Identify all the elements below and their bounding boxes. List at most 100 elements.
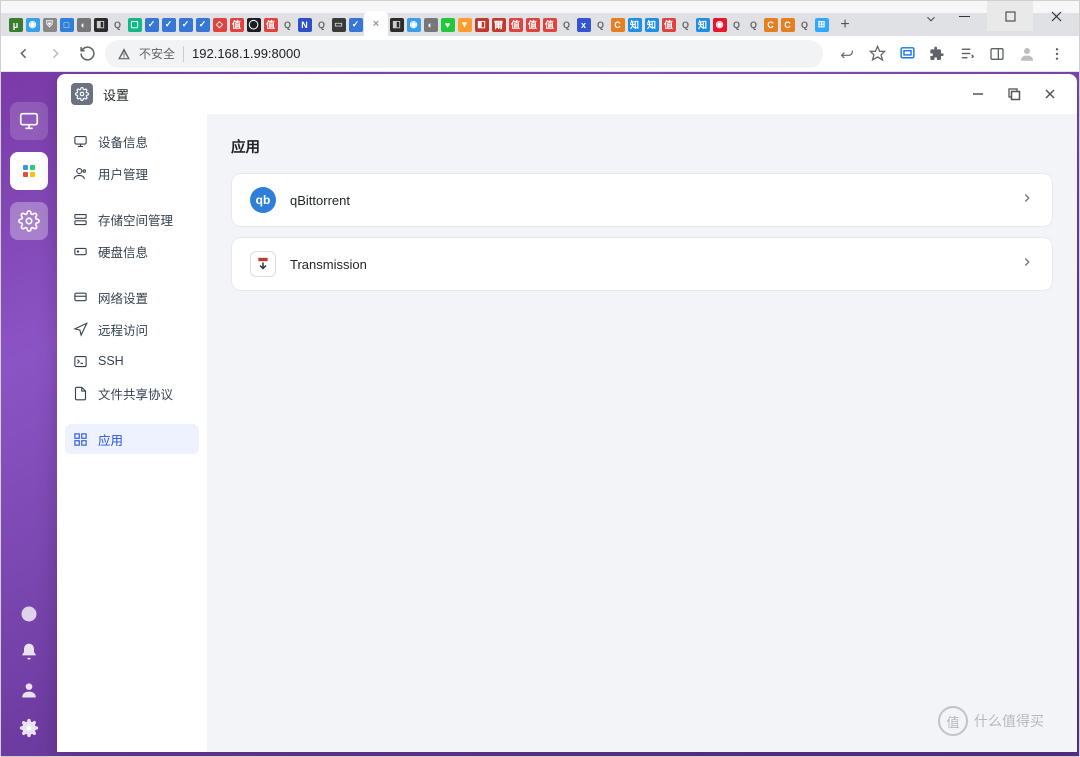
browser-tab[interactable]: ✓ <box>160 16 177 33</box>
gear-icon <box>71 83 93 105</box>
browser-tab[interactable]: ◇ <box>211 16 228 33</box>
browser-tab[interactable]: Q <box>745 16 762 33</box>
browser-tab[interactable]: ◐ <box>422 16 439 33</box>
browser-tab[interactable]: Q <box>279 16 296 33</box>
layers-icon <box>73 212 88 227</box>
browser-tab[interactable]: C <box>779 16 796 33</box>
os-close-button[interactable] <box>1033 1 1079 31</box>
browser-tab[interactable]: ◐ <box>75 16 92 33</box>
back-button[interactable] <box>9 40 37 68</box>
browser-tab[interactable]: ▢ <box>126 16 143 33</box>
browser-tab[interactable]: 值 <box>541 16 558 33</box>
browser-tab[interactable]: Q <box>677 16 694 33</box>
browser-tab[interactable]: μ <box>7 16 24 33</box>
share-button[interactable] <box>833 40 861 68</box>
bookmark-button[interactable] <box>863 40 891 68</box>
sidebar-item-ssh[interactable]: SSH <box>65 346 199 376</box>
sidebar-item-remote[interactable]: 远程访问 <box>65 314 199 344</box>
dock-notifications-icon[interactable] <box>19 642 39 662</box>
url-text: 192.168.1.99:8000 <box>192 46 300 61</box>
window-close-button[interactable] <box>1037 81 1063 107</box>
dock-user-icon[interactable] <box>19 680 39 700</box>
browser-tab[interactable]: ♥ <box>439 16 456 33</box>
sidebar-item-device-info[interactable]: 设备信息 <box>65 126 199 156</box>
browser-tab[interactable]: x <box>575 16 592 33</box>
browser-tab[interactable]: Q <box>592 16 609 33</box>
browser-tab[interactable]: ✓ <box>194 16 211 33</box>
sidebar-item-network[interactable]: 网络设置 <box>65 282 199 312</box>
reading-list-button[interactable] <box>953 40 981 68</box>
browser-tab[interactable]: ◉ <box>24 16 41 33</box>
grid-icon <box>73 432 88 447</box>
browser-tab[interactable]: 知 <box>643 16 660 33</box>
sidebar-item-label: SSH <box>98 354 124 368</box>
browser-tab[interactable]: ◧ <box>473 16 490 33</box>
browser-tab[interactable]: N <box>296 16 313 33</box>
menu-button[interactable] <box>1043 40 1071 68</box>
browser-tab[interactable]: 值 <box>228 16 245 33</box>
browser-tab[interactable]: ▭ <box>330 16 347 33</box>
dock-apps-icon[interactable] <box>10 152 48 190</box>
browser-tab[interactable]: C <box>609 16 626 33</box>
profile-button[interactable] <box>1013 40 1041 68</box>
unsafe-label: 不安全 <box>139 45 175 62</box>
forward-button[interactable] <box>41 40 69 68</box>
tabs-dropdown-button[interactable] <box>921 1 941 36</box>
browser-tab[interactable]: ✓ <box>143 16 160 33</box>
page-heading: 应用 <box>231 136 1053 157</box>
browser-tab[interactable]: ⊞ <box>813 16 830 33</box>
browser-tab[interactable]: Q <box>728 16 745 33</box>
browser-tab[interactable]: Q <box>796 16 813 33</box>
window-maximize-button[interactable] <box>1001 81 1027 107</box>
browser-tab[interactable]: ◉ <box>405 16 422 33</box>
browser-tab[interactable]: Q <box>313 16 330 33</box>
browser-tab[interactable]: 值 <box>660 16 677 33</box>
browser-tab[interactable]: ⛨ <box>41 16 58 33</box>
browser-tab[interactable]: Q <box>109 16 126 33</box>
browser-tab[interactable]: □ <box>58 16 75 33</box>
dock-settings-small-icon[interactable] <box>19 718 39 738</box>
browser-toolbar: 不安全 192.168.1.99:8000 <box>1 36 1079 72</box>
browser-tab[interactable]: Q <box>558 16 575 33</box>
sidebar-item-apps[interactable]: 应用 <box>65 424 199 454</box>
browser-tab[interactable]: 知 <box>626 16 643 33</box>
browser-tab[interactable]: 知 <box>694 16 711 33</box>
dock-bottom <box>1 604 57 738</box>
browser-tab[interactable]: ✓ <box>347 16 364 33</box>
browser-tab[interactable]: ◧ <box>388 16 405 33</box>
hdd-icon <box>73 244 88 259</box>
browser-tabstrip: μ ◉ ⛨ □ ◐ ◧ Q ▢ ✓ ✓ ✓ ✓ ◇ 值 ◯ 值 Q N Q ▭ … <box>1 13 1079 36</box>
browser-tab[interactable]: ◉ <box>711 16 728 33</box>
dock-activity-icon[interactable] <box>19 604 39 624</box>
os-maximize-button[interactable] <box>987 1 1033 31</box>
browser-tab[interactable]: C <box>762 16 779 33</box>
page-viewport: 设置 设备信息 用户管理 <box>1 72 1079 756</box>
app-card-qbittorrent[interactable]: qb qBittorrent <box>231 173 1053 227</box>
extensions-button[interactable] <box>923 40 951 68</box>
sidebar-item-storage[interactable]: 存储空间管理 <box>65 204 199 234</box>
side-panel-button[interactable] <box>983 40 1011 68</box>
dock-settings-icon[interactable] <box>10 202 48 240</box>
window-minimize-button[interactable] <box>965 81 991 107</box>
browser-tab[interactable]: 值 <box>262 16 279 33</box>
sidebar-item-label: 文件共享协议 <box>98 384 173 403</box>
os-minimize-button[interactable] <box>941 1 987 31</box>
screenshot-button[interactable] <box>893 40 921 68</box>
sidebar-item-disk-info[interactable]: 硬盘信息 <box>65 236 199 266</box>
dock-desktop-icon[interactable] <box>10 102 48 140</box>
browser-tab[interactable]: ✓ <box>177 16 194 33</box>
reload-button[interactable] <box>73 40 101 68</box>
new-tab-button[interactable]: + <box>834 14 856 36</box>
browser-tab[interactable]: ◯ <box>245 16 262 33</box>
browser-tab[interactable]: 值 <box>507 16 524 33</box>
sidebar-item-user-mgmt[interactable]: 用户管理 <box>65 158 199 188</box>
browser-tab[interactable]: ▾ <box>456 16 473 33</box>
window-title: 设置 <box>103 85 129 104</box>
address-bar[interactable]: 不安全 192.168.1.99:8000 <box>105 40 823 68</box>
browser-tab[interactable]: 爾 <box>490 16 507 33</box>
sidebar-item-file-share[interactable]: 文件共享协议 <box>65 378 199 408</box>
browser-tab[interactable]: 值 <box>524 16 541 33</box>
app-card-transmission[interactable]: Transmission <box>231 237 1053 291</box>
browser-tab-active[interactable]: × <box>364 11 388 36</box>
browser-tab[interactable]: ◧ <box>92 16 109 33</box>
